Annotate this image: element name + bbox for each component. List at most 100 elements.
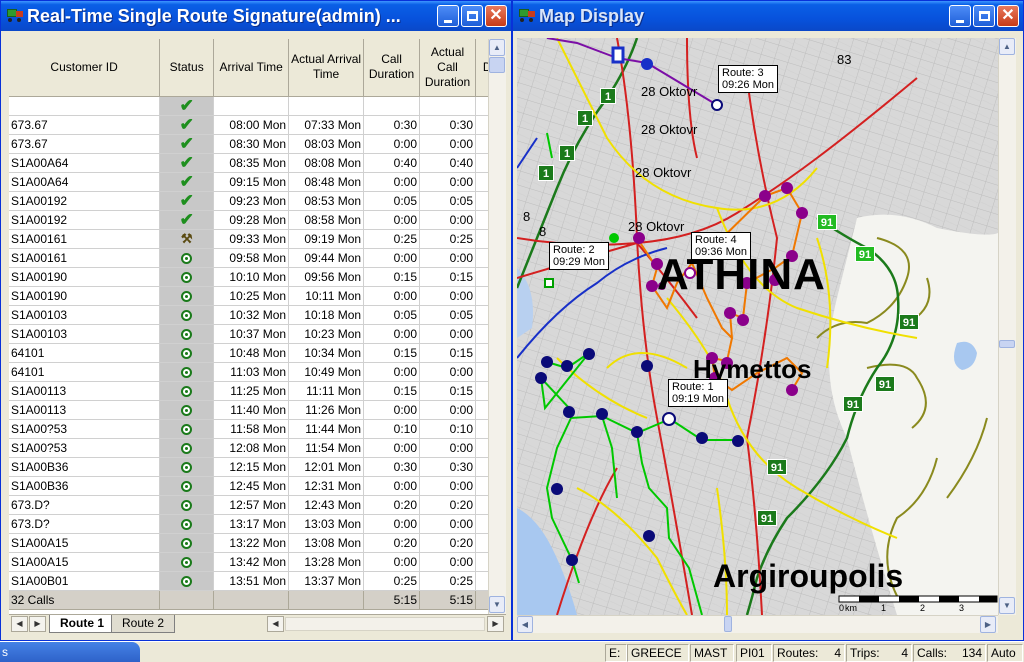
route-4-callout[interactable]: Route: 4 09:36 Mon xyxy=(691,232,751,260)
map-canvas[interactable]: ATHINA Hymettos Argiroupolis 28 Oktovr 2… xyxy=(517,38,998,615)
col-customer-id[interactable]: Customer ID xyxy=(9,39,161,97)
actual-duration-cell: 0:00 xyxy=(419,324,476,344)
table-row[interactable]: S1A0010310:32 Mon10:18 Mon0:050:051 xyxy=(9,305,506,325)
maximize-button[interactable] xyxy=(461,5,483,27)
tab-route-1[interactable]: Route 1 xyxy=(49,615,116,633)
route-3-callout[interactable]: Route: 3 09:26 Mon xyxy=(718,65,778,93)
route-1-vehicle-marker[interactable] xyxy=(662,412,676,426)
actual-duration-cell: 0:00 xyxy=(419,514,476,534)
table-row[interactable]: S1A00192✔09:28 Mon08:58 Mon0:000:000 xyxy=(9,210,506,230)
arrival-time-cell: 11:25 Mon xyxy=(213,381,290,401)
map-horizontal-scrollbar[interactable]: ◀ ▶ xyxy=(517,615,998,633)
table-row[interactable]: S1A00?5311:58 Mon11:44 Mon0:100:101 xyxy=(9,419,506,439)
table-row[interactable]: S1A00A64✔08:35 Mon08:08 Mon0:400:400 xyxy=(9,153,506,173)
table-row[interactable]: S1A0016109:58 Mon09:44 Mon0:000:000 xyxy=(9,248,506,268)
col-call-duration[interactable]: Call Duration xyxy=(363,39,421,97)
map-scroll-right-button[interactable]: ▶ xyxy=(980,616,996,633)
route-2-callout[interactable]: Route: 2 09:29 Mon xyxy=(549,242,609,270)
status-cell xyxy=(159,457,215,477)
close-icon: ✕ xyxy=(1001,7,1015,24)
map-maximize-button[interactable] xyxy=(973,5,995,27)
table-row[interactable]: S1A00B3612:15 Mon12:01 Mon0:300:301 xyxy=(9,457,506,477)
table-row[interactable]: S1A00A1513:42 Mon13:28 Mon0:000:001 xyxy=(9,552,506,572)
map-titlebar[interactable]: Map Display ✕ xyxy=(513,1,1023,31)
arrival-time-cell: 09:23 Mon xyxy=(213,191,290,211)
route-1-callout[interactable]: Route: 1 09:19 Mon xyxy=(668,379,728,407)
actual-arrival-cell: 13:03 Mon xyxy=(288,514,365,534)
map-scroll-down-button[interactable]: ▼ xyxy=(999,597,1015,614)
customer-id-cell: S1A00113 xyxy=(9,400,161,420)
tab-first-button[interactable]: ◀ xyxy=(11,616,28,632)
customer-id-cell: S1A00190 xyxy=(9,267,161,287)
customer-id-cell: S1A00A64 xyxy=(9,172,161,192)
scroll-down-button[interactable]: ▼ xyxy=(489,596,505,613)
map-vertical-scrollbar[interactable]: ▲ ▼ xyxy=(998,38,1016,615)
status-cell xyxy=(159,267,215,287)
call-duration-cell: 0:00 xyxy=(363,514,421,534)
map-scroll-left-button[interactable]: ◀ xyxy=(517,616,533,633)
actual-duration-cell: 0:20 xyxy=(419,495,476,515)
hscroll-right-button[interactable]: ▶ xyxy=(487,616,504,632)
route-signature-window: Real-Time Single Route Signature(admin) … xyxy=(0,0,512,641)
route-3-stop[interactable] xyxy=(641,58,653,70)
taskbar-item[interactable]: s xyxy=(0,642,140,662)
checkmark-icon: ✔ xyxy=(179,153,194,172)
map-hscroll-thumb[interactable] xyxy=(724,616,732,632)
map-close-button[interactable]: ✕ xyxy=(997,5,1019,27)
map-scroll-up-button[interactable]: ▲ xyxy=(999,38,1015,55)
scroll-up-button[interactable]: ▲ xyxy=(489,39,505,56)
table-row[interactable]: 673.67✔08:00 Mon07:33 Mon0:300:300 xyxy=(9,115,506,135)
table-row[interactable]: 673.D?12:57 Mon12:43 Mon0:200:201 xyxy=(9,495,506,515)
status-cell: ✔ xyxy=(159,96,215,116)
tab-route-2[interactable]: Route 2 xyxy=(111,615,176,633)
table-row[interactable]: S1A00192✔09:23 Mon08:53 Mon0:050:050 xyxy=(9,191,506,211)
table-row[interactable]: S1A00B3612:45 Mon12:31 Mon0:000:001 xyxy=(9,476,506,496)
minimize-button[interactable] xyxy=(437,5,459,27)
table-row[interactable]: S1A00B0113:51 Mon13:37 Mon0:250:251 xyxy=(9,571,506,591)
actual-duration-cell: 0:00 xyxy=(419,286,476,306)
actual-duration-cell: 0:00 xyxy=(419,476,476,496)
actual-duration-cell: 0:15 xyxy=(419,343,476,363)
col-actual-call-duration[interactable]: Actual Call Duration xyxy=(419,39,476,97)
table-row[interactable]: 6410111:03 Mon10:49 Mon0:000:001 xyxy=(9,362,506,382)
call-duration-cell: 0:20 xyxy=(363,495,421,515)
map-vscroll-thumb[interactable] xyxy=(999,340,1015,348)
table-row[interactable]: S1A0019010:25 Mon10:11 Mon0:000:001 xyxy=(9,286,506,306)
table-row[interactable]: S1A0011311:40 Mon11:26 Mon0:000:001 xyxy=(9,400,506,420)
table-row[interactable]: 673.67✔08:30 Mon08:03 Mon0:000:000 xyxy=(9,134,506,154)
table-row[interactable]: S1A00A64✔09:15 Mon08:48 Mon0:000:000 xyxy=(9,172,506,192)
status-pi01: PI01 xyxy=(736,644,772,662)
table-row[interactable]: S1A00A1513:22 Mon13:08 Mon0:200:201 xyxy=(9,533,506,553)
minimize-icon xyxy=(956,19,964,23)
actual-arrival-cell: 12:43 Mon xyxy=(288,495,365,515)
map-minimize-button[interactable] xyxy=(949,5,971,27)
route-signature-titlebar[interactable]: Real-Time Single Route Signature(admin) … xyxy=(1,1,511,31)
status-cell xyxy=(159,514,215,534)
hscroll-left-button[interactable]: ◀ xyxy=(267,616,284,632)
pending-stop-icon xyxy=(181,404,193,416)
route-3-vehicle-marker[interactable] xyxy=(711,99,723,111)
table-row[interactable]: ✔0 xyxy=(9,96,506,116)
scroll-thumb[interactable] xyxy=(489,57,505,73)
col-arrival-time[interactable]: Arrival Time xyxy=(213,39,290,97)
close-button[interactable]: ✕ xyxy=(485,5,507,27)
table-row[interactable]: 673.D?13:17 Mon13:03 Mon0:000:001 xyxy=(9,514,506,534)
table-row[interactable]: S1A0011311:25 Mon11:11 Mon0:150:151 xyxy=(9,381,506,401)
tab-hscroll-track[interactable] xyxy=(285,617,485,631)
table-row[interactable]: S1A00?5312:08 Mon11:54 Mon0:000:001 xyxy=(9,438,506,458)
totals-row: 32 Calls 5:15 5:15 xyxy=(9,590,506,610)
status-cell xyxy=(159,571,215,591)
customer-id-cell: 673.D? xyxy=(9,495,161,515)
actual-duration-cell: 0:15 xyxy=(419,267,476,287)
route-2-vehicle-marker[interactable] xyxy=(544,278,554,288)
col-status[interactable]: Status xyxy=(159,39,215,97)
col-actual-arrival-time[interactable]: Actual Arrival Time xyxy=(288,39,365,97)
status-cell: ✔ xyxy=(159,153,215,173)
actual-duration-cell: 0:15 xyxy=(419,381,476,401)
tab-next-button[interactable]: ▶ xyxy=(29,616,46,632)
table-row[interactable]: S1A0010310:37 Mon10:23 Mon0:000:001 xyxy=(9,324,506,344)
table-row[interactable]: S1A0019010:10 Mon09:56 Mon0:150:151 xyxy=(9,267,506,287)
table-row[interactable]: 6410110:48 Mon10:34 Mon0:150:151 xyxy=(9,343,506,363)
grid-vertical-scrollbar[interactable]: ▲ ▼ xyxy=(488,39,506,614)
table-row[interactable]: S1A00161⚒09:33 Mon09:19 Mon0:250:250 xyxy=(9,229,506,249)
